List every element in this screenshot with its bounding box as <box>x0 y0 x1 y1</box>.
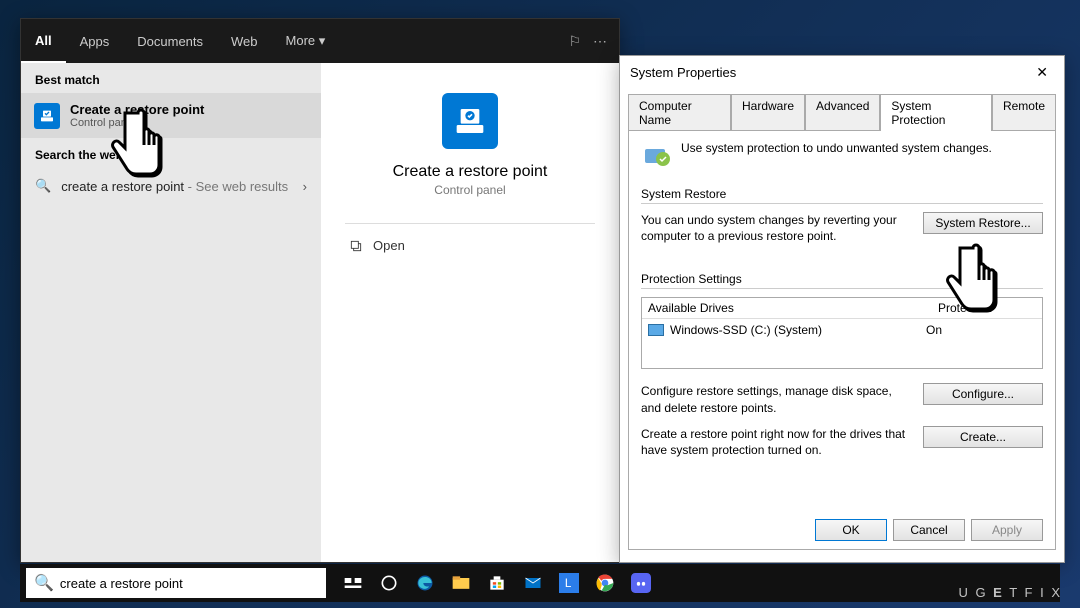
dialog-titlebar: System Properties ✕ <box>620 56 1064 89</box>
explorer-icon[interactable] <box>446 568 476 598</box>
system-restore-text: You can undo system changes by reverting… <box>641 212 915 244</box>
col-protection: Protection <box>932 298 1042 318</box>
drive-row[interactable]: Windows-SSD (C:) (System) On <box>642 319 1042 341</box>
tab-apps[interactable]: Apps <box>66 19 124 63</box>
best-match-header: Best match <box>21 63 321 93</box>
tab-documents[interactable]: Documents <box>123 19 217 63</box>
taskbar-search[interactable]: 🔍 <box>26 568 326 598</box>
drive-name: Windows-SSD (C:) (System) <box>670 323 926 337</box>
col-drives: Available Drives <box>642 298 932 318</box>
configure-text: Configure restore settings, manage disk … <box>641 383 915 415</box>
tab-computer-name[interactable]: Computer Name <box>628 94 731 131</box>
app-l-icon[interactable]: L <box>554 568 584 598</box>
search-results-panel: All Apps Documents Web More ▾ ⚐ ⋯ Best m… <box>20 18 620 563</box>
search-icon: 🔍 <box>34 573 54 593</box>
mail-icon[interactable] <box>518 568 548 598</box>
taskbar: 🔍 L <box>20 564 1060 602</box>
drives-listbox[interactable]: Available Drives Protection Windows-SSD … <box>641 297 1043 369</box>
tab-web[interactable]: Web <box>217 19 272 63</box>
open-label: Open <box>373 238 405 253</box>
search-icon: 🔍 <box>35 178 51 194</box>
tab-more[interactable]: More ▾ <box>272 19 340 63</box>
create-button[interactable]: Create... <box>923 426 1043 448</box>
feedback-icon[interactable]: ⚐ <box>568 33 581 50</box>
system-restore-label: System Restore <box>641 187 1043 201</box>
create-text: Create a restore point right now for the… <box>641 426 915 458</box>
search-web-header: Search the web <box>21 138 321 168</box>
close-icon[interactable]: ✕ <box>1030 62 1054 83</box>
drive-protection: On <box>926 323 1036 337</box>
detail-title: Create a restore point <box>393 163 548 181</box>
tab-system-protection[interactable]: System Protection <box>880 94 992 131</box>
system-restore-button[interactable]: System Restore... <box>923 212 1043 234</box>
watermark: U G E T F I X <box>958 585 1062 600</box>
open-action[interactable]: Open <box>345 230 595 261</box>
detail-subtitle: Control panel <box>434 183 505 197</box>
search-detail-pane: Create a restore point Control panel Ope… <box>321 63 619 562</box>
more-icon[interactable]: ⋯ <box>593 33 607 50</box>
protection-settings-label: Protection Settings <box>641 272 1043 286</box>
restore-point-icon <box>34 103 60 129</box>
apply-button: Apply <box>971 519 1043 541</box>
protection-shield-icon <box>641 141 673 173</box>
task-view-icon[interactable] <box>338 568 368 598</box>
best-match-item[interactable]: Create a restore point Control panel <box>21 93 321 138</box>
dialog-body: Use system protection to undo unwanted s… <box>628 130 1056 550</box>
tab-remote[interactable]: Remote <box>992 94 1056 131</box>
web-result-suffix: - See web results <box>188 179 288 194</box>
edge-icon[interactable] <box>410 568 440 598</box>
best-match-title: Create a restore point <box>70 102 204 117</box>
protection-info-text: Use system protection to undo unwanted s… <box>681 141 992 173</box>
web-result-item[interactable]: 🔍 create a restore point - See web resul… <box>21 168 321 204</box>
system-properties-dialog: System Properties ✕ Computer Name Hardwa… <box>619 55 1065 563</box>
discord-icon[interactable] <box>626 568 656 598</box>
tab-advanced[interactable]: Advanced <box>805 94 880 131</box>
store-icon[interactable] <box>482 568 512 598</box>
cortana-icon[interactable] <box>374 568 404 598</box>
ok-button[interactable]: OK <box>815 519 887 541</box>
tab-all[interactable]: All <box>21 19 66 63</box>
chrome-icon[interactable] <box>590 568 620 598</box>
svg-text:L: L <box>565 577 572 590</box>
chevron-right-icon: › <box>303 179 307 194</box>
detail-icon <box>442 93 498 149</box>
search-top-tabs: All Apps Documents Web More ▾ ⚐ ⋯ <box>21 19 619 63</box>
search-left-column: Best match Create a restore point Contro… <box>21 63 321 562</box>
configure-button[interactable]: Configure... <box>923 383 1043 405</box>
dialog-title: System Properties <box>630 65 736 80</box>
web-result-query: create a restore point <box>61 179 184 194</box>
drive-icon <box>648 324 664 336</box>
taskbar-search-input[interactable] <box>60 576 318 591</box>
dialog-tabs: Computer Name Hardware Advanced System P… <box>620 89 1064 130</box>
tab-hardware[interactable]: Hardware <box>731 94 805 131</box>
cancel-button[interactable]: Cancel <box>893 519 965 541</box>
best-match-subtitle: Control panel <box>70 117 204 129</box>
